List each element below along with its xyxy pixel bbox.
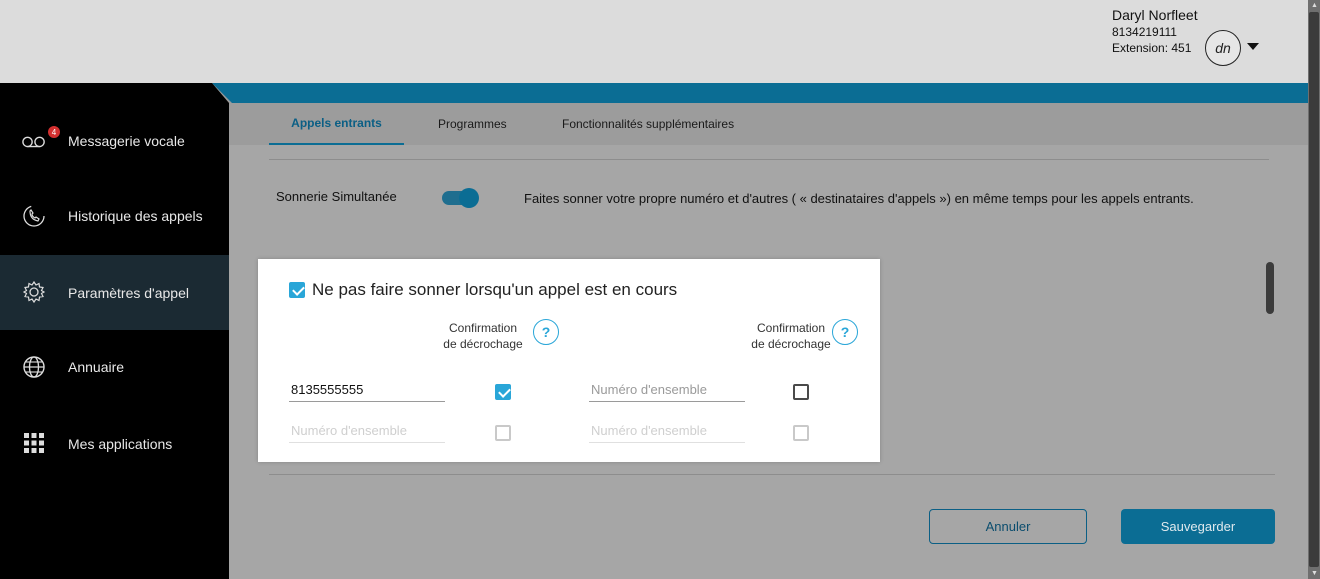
confirmation-column-header: Confirmation de décrochage <box>751 321 831 351</box>
divider <box>269 159 1269 160</box>
gear-icon <box>22 280 46 304</box>
inner-scrollbar-thumb[interactable] <box>1266 262 1274 314</box>
phone-number-field[interactable]: 8135555555 <box>289 382 445 402</box>
tab-bar: Appels entrants Programmes Fonctionnalit… <box>229 103 1308 145</box>
divider <box>269 474 1275 475</box>
dont-ring-label: Ne pas faire sonner lorsqu'un appel est … <box>312 280 678 299</box>
globe-icon <box>22 355 46 379</box>
simultaneous-ring-label: Sonnerie Simultanée <box>276 189 397 204</box>
user-extension: Extension: 451 <box>1112 41 1192 55</box>
voicemail-icon <box>22 129 46 153</box>
apps-grid-icon <box>22 431 46 455</box>
sidebar-item-label: Mes applications <box>68 436 173 452</box>
phone-number-field[interactable]: Numéro d'ensemble <box>589 382 745 402</box>
save-button[interactable]: Sauvegarder <box>1121 509 1275 544</box>
sidebar-item-call-history[interactable]: Historique des appels <box>0 179 229 254</box>
user-name: Daryl Norfleet <box>1112 7 1198 23</box>
sidebar-item-label: Annuaire <box>68 359 125 375</box>
window-scrollbar-thumb[interactable] <box>1309 12 1319 567</box>
top-header: Daryl Norfleet 8134219111 Extension: 451… <box>0 0 1308 83</box>
sidebar-item-label: Historique des appels <box>68 208 203 224</box>
help-icon[interactable]: ? <box>533 319 559 345</box>
tab-schedules[interactable]: Programmes <box>438 103 507 145</box>
user-info: Daryl Norfleet 8134219111 Extension: 451 <box>1112 6 1198 56</box>
answer-confirmation-checkbox[interactable] <box>495 425 511 441</box>
sidebar-item-voicemail[interactable]: Messagerie vocale <box>0 103 229 178</box>
avatar[interactable]: dn <box>1205 30 1241 66</box>
sidebar-item-my-apps[interactable]: Mes applications <box>0 406 229 481</box>
simultaneous-ring-toggle[interactable] <box>442 188 479 208</box>
user-number: 8134219111 <box>1112 25 1177 39</box>
answer-confirmation-checkbox[interactable] <box>793 425 809 441</box>
answer-confirmation-checkbox[interactable] <box>793 384 809 400</box>
scroll-up-arrow-icon[interactable]: ▲ <box>1311 2 1318 9</box>
phone-history-icon <box>22 204 46 228</box>
answer-confirmation-checkbox[interactable] <box>495 384 511 400</box>
tab-additional-features[interactable]: Fonctionnalités supplémentaires <box>562 103 734 145</box>
phone-number-field[interactable]: Numéro d'ensemble <box>289 423 445 443</box>
simultaneous-ring-description: Faites sonner votre propre numéro et d'a… <box>524 191 1194 206</box>
tab-incoming-calls[interactable]: Appels entrants <box>269 103 404 145</box>
cancel-button[interactable]: Annuler <box>929 509 1087 544</box>
phone-number-field[interactable]: Numéro d'ensemble <box>589 423 745 443</box>
voicemail-count-badge: 4 <box>48 126 60 138</box>
accent-strip <box>212 83 1308 103</box>
sidebar-item-directory[interactable]: Annuaire <box>0 330 229 405</box>
user-menu-caret-icon[interactable] <box>1247 43 1259 50</box>
dont-ring-checkbox[interactable] <box>289 282 305 298</box>
sidebar-item-label: Paramètres d'appel <box>68 285 189 301</box>
help-icon[interactable]: ? <box>832 319 858 345</box>
scroll-down-arrow-icon[interactable]: ▼ <box>1311 570 1318 577</box>
dont-ring-settings-card: Ne pas faire sonner lorsqu'un appel est … <box>258 259 880 462</box>
confirmation-column-header: Confirmation de décrochage <box>443 321 523 351</box>
sidebar-item-call-settings[interactable]: Paramètres d'appel <box>0 255 229 330</box>
sidebar-item-label: Messagerie vocale <box>68 133 185 149</box>
